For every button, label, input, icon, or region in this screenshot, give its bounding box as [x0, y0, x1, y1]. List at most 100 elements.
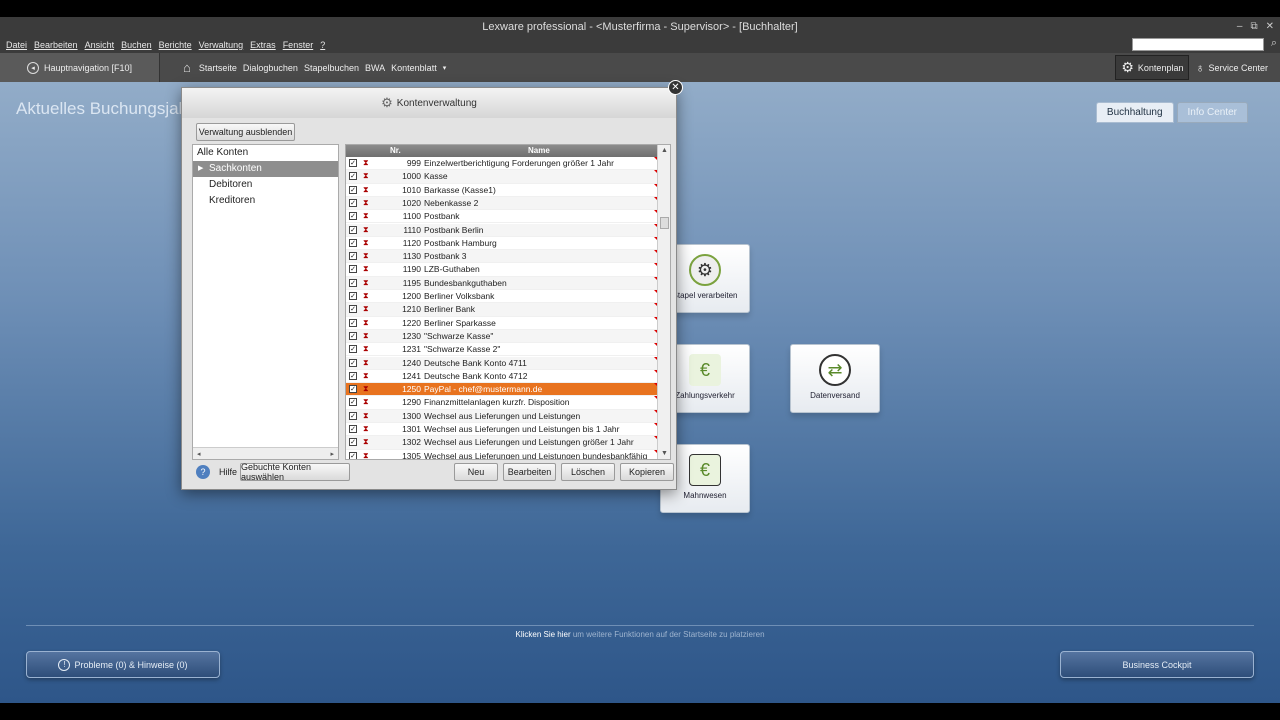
close-window-button[interactable]: ✕ [1266, 17, 1274, 37]
link-kontenblatt[interactable]: Kontenblatt [391, 63, 437, 73]
restore-button[interactable]: ⧉ [1250, 17, 1257, 37]
dialog-close-button[interactable]: ✕ [668, 80, 683, 95]
kopieren-button[interactable]: Kopieren [620, 463, 674, 481]
row-checkbox[interactable]: ✓ [349, 159, 357, 167]
tile-datenversand[interactable]: ⇄ Datenversand [790, 344, 880, 413]
row-checkbox[interactable]: ✓ [349, 425, 357, 433]
table-row[interactable]: ✓ ⧗ 1240 Deutsche Bank Konto 4711 [346, 356, 658, 370]
kontenplan-button[interactable]: ⚙ Kontenplan [1115, 55, 1190, 80]
row-checkbox[interactable]: ✓ [349, 212, 357, 221]
table-row[interactable]: ✓ ⧗ 1010 Barkasse (Kasse1) [346, 183, 658, 197]
menu-buchen[interactable]: Buchen [121, 40, 152, 50]
gebuchte-konten-button[interactable]: Gebuchte Konten auswählen [240, 462, 350, 482]
menu-verwaltung[interactable]: Verwaltung [199, 40, 244, 50]
menu-help[interactable]: ? [320, 40, 325, 50]
row-checkbox[interactable]: ✓ [349, 358, 357, 367]
expand-arrow-icon[interactable]: ▶ [198, 161, 203, 177]
table-row[interactable]: ✓ ⧗ 1301 Wechsel aus Lieferungen und Leistu… [346, 423, 658, 437]
table-row[interactable]: ✓ ⧗ 1305 Wechsel aus Lieferungen und Leistu… [346, 449, 658, 459]
column-name[interactable]: Name [528, 145, 550, 157]
menu-fenster[interactable]: Fenster [283, 40, 314, 50]
row-checkbox[interactable]: ✓ [349, 265, 357, 274]
row-checkbox[interactable]: ✓ [349, 371, 357, 380]
table-row[interactable]: ✓ ⧗ 1300 Wechsel aus Lieferungen und Leistu… [346, 409, 658, 423]
business-cockpit-button[interactable]: Business Cockpit [1060, 651, 1254, 678]
link-startseite[interactable]: Startseite [199, 63, 237, 73]
scroll-up-icon[interactable]: ▲ [661, 147, 668, 154]
table-row[interactable]: ✓ ⧗ 1230 "Schwarze Kasse" [346, 329, 658, 344]
menu-datei[interactable]: Datei [6, 40, 27, 50]
table-row[interactable]: ✓ ⧗ 1250 PayPal - chef@mustermann.de [346, 383, 658, 397]
row-checkbox[interactable]: ✓ [349, 225, 357, 234]
link-bwa[interactable]: BWA [365, 63, 385, 73]
table-row[interactable]: ✓ ⧗ 1100 Postbank [346, 210, 658, 224]
row-checkbox[interactable]: ✓ [349, 252, 357, 261]
menu-berichte[interactable]: Berichte [159, 40, 192, 50]
scroll-down-icon[interactable]: ▼ [661, 450, 668, 457]
grid-vertical-scrollbar[interactable]: ▲ ▼ [657, 145, 670, 459]
verwaltung-ausblenden-button[interactable]: Verwaltung ausblenden [196, 123, 295, 141]
row-checkbox[interactable]: ✓ [349, 185, 357, 194]
service-center-button[interactable]: ♁ Service Center [1195, 61, 1280, 75]
scroll-left-icon[interactable]: ◂ [197, 450, 201, 458]
link-stapelbuchen[interactable]: Stapelbuchen [304, 63, 359, 73]
row-checkbox[interactable]: ✓ [349, 318, 357, 327]
row-checkbox[interactable]: ✓ [349, 238, 357, 247]
hauptnavigation-button[interactable]: ◂ Hauptnavigation [F10] [0, 53, 160, 82]
row-checkbox[interactable]: ✓ [349, 451, 357, 459]
row-checkbox[interactable]: ✓ [349, 345, 357, 354]
minimize-button[interactable]: – [1237, 17, 1243, 37]
row-checkbox[interactable]: ✓ [349, 411, 357, 420]
table-row[interactable]: ✓ ⧗ 1220 Berliner Sparkasse [346, 316, 658, 330]
table-row[interactable]: ✓ ⧗ 1110 Postbank Berlin [346, 223, 658, 237]
row-checkbox[interactable]: ✓ [349, 305, 357, 314]
tree-root[interactable]: Alle Konten [193, 145, 338, 161]
table-row[interactable]: ✓ ⧗ 1241 Deutsche Bank Konto 4712 [346, 369, 658, 384]
row-checkbox[interactable]: ✓ [349, 385, 357, 394]
help-icon[interactable]: ? [196, 465, 210, 479]
tree-item-kreditoren[interactable]: Kreditoren [193, 193, 338, 209]
search-icon[interactable]: ⌕ [1271, 37, 1277, 50]
menu-bearbeiten[interactable]: Bearbeiten [34, 40, 78, 50]
table-row[interactable]: ✓ ⧗ 1000 Kasse [346, 170, 658, 184]
table-row[interactable]: ✓ ⧗ 1231 "Schwarze Kasse 2" [346, 343, 658, 357]
table-row[interactable]: ✓ ⧗ 1200 Berliner Volksbank [346, 290, 658, 304]
tab-buchhaltung[interactable]: Buchhaltung [1095, 102, 1174, 123]
loeschen-button[interactable]: Löschen [561, 463, 615, 481]
menu-extras[interactable]: Extras [250, 40, 276, 50]
tree-item-debitoren[interactable]: Debitoren [193, 177, 338, 193]
neu-button[interactable]: Neu [454, 463, 498, 481]
money-transfer-icon: € [689, 354, 721, 386]
home-icon[interactable]: ⌂ [183, 60, 191, 75]
table-row[interactable]: ✓ ⧗ 1290 Finanzmittelanlagen kurzfr. Dispos… [346, 396, 658, 410]
table-row[interactable]: ✓ ⧗ 1130 Postbank 3 [346, 250, 658, 264]
chevron-down-icon[interactable]: ▾ [443, 64, 447, 72]
table-row[interactable]: ✓ ⧗ 1302 Wechsel aus Lieferungen und Leistu… [346, 436, 658, 450]
search-input[interactable] [1132, 38, 1264, 51]
table-row[interactable]: ✓ ⧗ 1210 Berliner Bank [346, 303, 658, 317]
bearbeiten-button[interactable]: Bearbeiten [503, 463, 556, 481]
tree-horizontal-scrollbar[interactable]: ◂ ▸ [193, 447, 338, 459]
table-row[interactable]: ✓ ⧗ 1120 Postbank Hamburg [346, 236, 658, 251]
row-checkbox[interactable]: ✓ [349, 278, 357, 287]
table-row[interactable]: ✓ ⧗ 1190 LZB-Guthaben [346, 263, 658, 277]
table-row[interactable]: ✓ ⧗ 999 Einzelwertberichtigung Forderungen … [346, 157, 658, 171]
scroll-thumb[interactable] [660, 217, 669, 229]
tab-info-center[interactable]: Info Center [1176, 102, 1248, 123]
hint-link[interactable]: Klicken Sie hier [515, 630, 570, 639]
row-checkbox[interactable]: ✓ [349, 172, 357, 181]
menu-ansicht[interactable]: Ansicht [85, 40, 115, 50]
column-nr[interactable]: Nr. [390, 145, 401, 157]
table-row[interactable]: ✓ ⧗ 1195 Bundesbankguthaben [346, 276, 658, 290]
row-checkbox[interactable]: ✓ [349, 331, 357, 340]
help-label[interactable]: Hilfe [219, 467, 237, 477]
row-checkbox[interactable]: ✓ [349, 292, 357, 300]
scroll-right-icon[interactable]: ▸ [330, 450, 334, 458]
row-checkbox[interactable]: ✓ [349, 398, 357, 407]
problems-button[interactable]: ! Probleme (0) & Hinweise (0) [26, 651, 220, 678]
row-checkbox[interactable]: ✓ [349, 198, 357, 207]
link-dialogbuchen[interactable]: Dialogbuchen [243, 63, 298, 73]
tree-item-sachkonten[interactable]: ▶ Sachkonten [193, 161, 338, 177]
table-row[interactable]: ✓ ⧗ 1020 Nebenkasse 2 [346, 196, 658, 211]
row-checkbox[interactable]: ✓ [349, 438, 357, 447]
